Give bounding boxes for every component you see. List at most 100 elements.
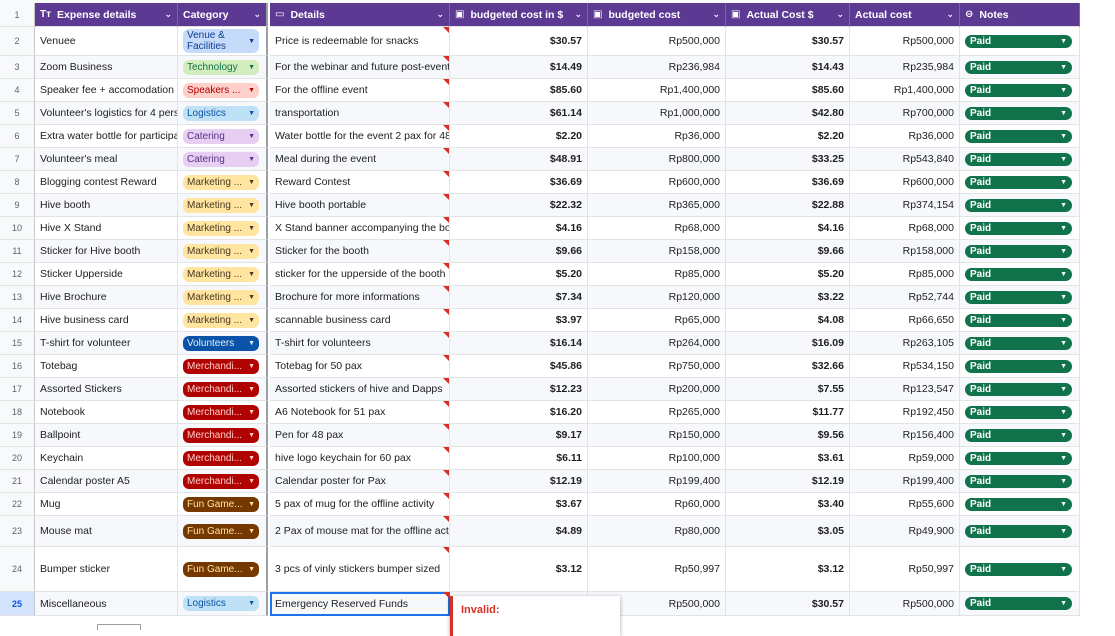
row-number[interactable]: 10 bbox=[0, 217, 35, 240]
category-chip[interactable]: Marketing ... ▼ bbox=[183, 243, 259, 259]
cell-details[interactable]: Price is redeemable for snacks bbox=[270, 27, 450, 56]
cell-actual-usd[interactable]: $3.05 bbox=[726, 516, 850, 547]
cell-budget-idr[interactable]: Rp36,000 bbox=[588, 125, 726, 148]
status-chip-paid[interactable]: Paid ▼ bbox=[965, 382, 1072, 396]
status-chip-paid[interactable]: Paid ▼ bbox=[965, 428, 1072, 442]
cell-budget-usd[interactable]: $22.32 bbox=[450, 194, 588, 217]
cell-actual-idr[interactable]: Rp1,400,000 bbox=[850, 79, 960, 102]
cell-actual-idr[interactable]: Rp199,400 bbox=[850, 470, 960, 493]
cell-category[interactable]: Marketing ... ▼ bbox=[178, 286, 268, 309]
dropdown-arrow-icon[interactable]: ▼ bbox=[248, 432, 255, 439]
cell-actual-idr[interactable]: Rp374,154 bbox=[850, 194, 960, 217]
cell-budget-idr[interactable]: Rp80,000 bbox=[588, 516, 726, 547]
column-header-notes[interactable]: ⊖ Notes bbox=[960, 3, 1080, 27]
dropdown-arrow-icon[interactable]: ▼ bbox=[1060, 409, 1067, 416]
status-chip-paid[interactable]: Paid ▼ bbox=[965, 152, 1072, 166]
cell-details[interactable]: A6 Notebook for 51 pax bbox=[270, 401, 450, 424]
category-chip[interactable]: Merchandi... ▼ bbox=[183, 358, 259, 374]
cell-actual-usd[interactable]: $14.43 bbox=[726, 56, 850, 79]
cell-actual-usd[interactable]: $7.55 bbox=[726, 378, 850, 401]
column-header-category[interactable]: Category ⌄ bbox=[178, 3, 268, 27]
cell-expense[interactable]: Notebook bbox=[35, 401, 178, 424]
cell-details[interactable]: Sticker for the booth bbox=[270, 240, 450, 263]
cell-actual-idr[interactable]: Rp123,547 bbox=[850, 378, 960, 401]
dropdown-arrow-icon[interactable]: ▼ bbox=[248, 248, 255, 255]
column-header-budgeted-cost[interactable]: ▣ budgeted cost ⌄ bbox=[588, 3, 726, 27]
cell-details[interactable]: sticker for the upperside of the booth bbox=[270, 263, 450, 286]
cell-budget-idr[interactable]: Rp200,000 bbox=[588, 378, 726, 401]
row-number[interactable]: 16 bbox=[0, 355, 35, 378]
dropdown-arrow-icon[interactable]: ▼ bbox=[1060, 340, 1067, 347]
row-number[interactable]: 19 bbox=[0, 424, 35, 447]
cell-budget-usd[interactable]: $3.12 bbox=[450, 547, 588, 592]
dropdown-arrow-icon[interactable]: ▼ bbox=[248, 340, 255, 347]
category-chip[interactable]: Marketing ... ▼ bbox=[183, 266, 259, 282]
cell-category[interactable]: Catering ▼ bbox=[178, 125, 268, 148]
cell-actual-usd[interactable]: $30.57 bbox=[726, 27, 850, 56]
category-chip[interactable]: Marketing ... ▼ bbox=[183, 220, 259, 236]
cell-category[interactable]: Marketing ... ▼ bbox=[178, 263, 268, 286]
dropdown-arrow-icon[interactable]: ▼ bbox=[248, 566, 255, 573]
cell-budget-idr[interactable]: Rp800,000 bbox=[588, 148, 726, 171]
cell-actual-usd[interactable]: $3.40 bbox=[726, 493, 850, 516]
status-chip-paid[interactable]: Paid ▼ bbox=[965, 336, 1072, 350]
cell-category[interactable]: Venue & Facilities ▼ bbox=[178, 27, 268, 56]
cell-actual-usd[interactable]: $3.22 bbox=[726, 286, 850, 309]
row-number[interactable]: 3 bbox=[0, 56, 35, 79]
cell-budget-idr[interactable]: Rp265,000 bbox=[588, 401, 726, 424]
cell-budget-idr[interactable]: Rp500,000 bbox=[588, 27, 726, 56]
cell-actual-usd[interactable]: $2.20 bbox=[726, 125, 850, 148]
cell-notes[interactable]: Paid ▼ bbox=[960, 401, 1080, 424]
cell-expense[interactable]: Hive business card bbox=[35, 309, 178, 332]
row-number[interactable]: 17 bbox=[0, 378, 35, 401]
dropdown-arrow-icon[interactable]: ▼ bbox=[248, 225, 255, 232]
dropdown-arrow-icon[interactable]: ▼ bbox=[1060, 110, 1067, 117]
dropdown-arrow-icon[interactable]: ▼ bbox=[248, 478, 255, 485]
cell-actual-idr[interactable]: Rp534,150 bbox=[850, 355, 960, 378]
cell-details[interactable]: Emergency Reserved Funds bbox=[270, 592, 450, 616]
cell-actual-idr[interactable]: Rp235,984 bbox=[850, 56, 960, 79]
status-chip-paid[interactable]: Paid ▼ bbox=[965, 175, 1072, 189]
cell-details[interactable]: For the offline event bbox=[270, 79, 450, 102]
dropdown-arrow-icon[interactable]: ▼ bbox=[1060, 271, 1067, 278]
dropdown-arrow-icon[interactable]: ▼ bbox=[1060, 64, 1067, 71]
cell-actual-usd[interactable]: $4.08 bbox=[726, 309, 850, 332]
cell-expense[interactable]: Hive X Stand bbox=[35, 217, 178, 240]
dropdown-arrow-icon[interactable]: ▼ bbox=[1060, 87, 1067, 94]
chevron-down-icon[interactable]: ⌄ bbox=[436, 9, 444, 20]
row-number[interactable]: 2 bbox=[0, 27, 35, 56]
cell-category[interactable]: Fun Game... ▼ bbox=[178, 516, 268, 547]
cell-category[interactable]: Marketing ... ▼ bbox=[178, 309, 268, 332]
dropdown-arrow-icon[interactable]: ▼ bbox=[1060, 363, 1067, 370]
cell-actual-usd[interactable]: $9.56 bbox=[726, 424, 850, 447]
cell-budget-idr[interactable]: Rp50,997 bbox=[588, 547, 726, 592]
cell-details[interactable]: transportation bbox=[270, 102, 450, 125]
cell-actual-idr[interactable]: Rp85,000 bbox=[850, 263, 960, 286]
cell-actual-usd[interactable]: $22.88 bbox=[726, 194, 850, 217]
column-header-budgeted-cost-in-[interactable]: ▣ budgeted cost in $ ⌄ bbox=[450, 3, 588, 27]
category-chip[interactable]: Marketing ... ▼ bbox=[183, 197, 259, 213]
category-chip[interactable]: Volunteers ▼ bbox=[183, 335, 259, 351]
cell-expense[interactable]: Hive Brochure bbox=[35, 286, 178, 309]
cell-expense[interactable]: Volunteer's logistics for 4 perso bbox=[35, 102, 178, 125]
cell-budget-usd[interactable]: $14.49 bbox=[450, 56, 588, 79]
dropdown-arrow-icon[interactable]: ▼ bbox=[248, 36, 255, 47]
cell-details[interactable]: T-shirt for volunteers bbox=[270, 332, 450, 355]
row-number[interactable]: 11 bbox=[0, 240, 35, 263]
category-chip[interactable]: Marketing ... ▼ bbox=[183, 312, 259, 328]
row-number[interactable]: 22 bbox=[0, 493, 35, 516]
cell-notes[interactable]: Paid ▼ bbox=[960, 332, 1080, 355]
cell-notes[interactable]: Paid ▼ bbox=[960, 240, 1080, 263]
cell-actual-idr[interactable]: Rp158,000 bbox=[850, 240, 960, 263]
cell-actual-usd[interactable]: $12.19 bbox=[726, 470, 850, 493]
cell-budget-usd[interactable]: $9.17 bbox=[450, 424, 588, 447]
category-chip[interactable]: Marketing ... ▼ bbox=[183, 289, 259, 305]
cell-budget-idr[interactable]: Rp750,000 bbox=[588, 355, 726, 378]
cell-notes[interactable]: Paid ▼ bbox=[960, 378, 1080, 401]
chevron-down-icon[interactable]: ⌄ bbox=[836, 9, 844, 20]
cell-details[interactable]: X Stand banner accompanying the boot bbox=[270, 217, 450, 240]
cell-notes[interactable]: Paid ▼ bbox=[960, 263, 1080, 286]
column-header-details[interactable]: ▭ Details ⌄ bbox=[270, 3, 450, 27]
cell-category[interactable]: Merchandi... ▼ bbox=[178, 424, 268, 447]
cell-budget-idr[interactable]: Rp85,000 bbox=[588, 263, 726, 286]
